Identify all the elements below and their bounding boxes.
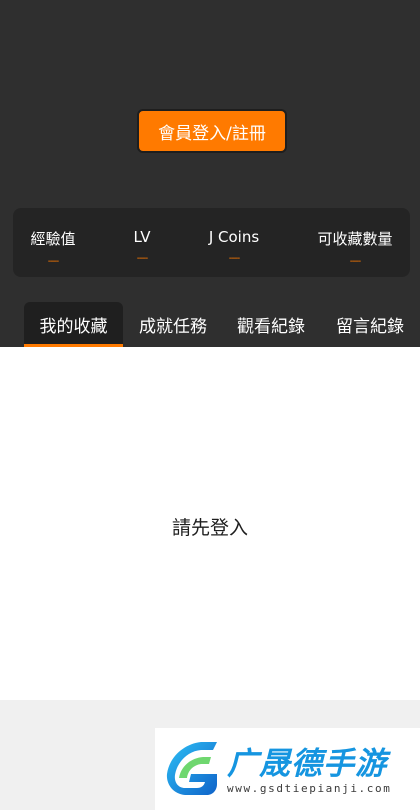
tab-label: 觀看紀錄	[237, 317, 305, 337]
watermark-url: www.gsdtiepianji.com	[227, 782, 392, 795]
stat-label: 經驗值	[30, 230, 76, 248]
stat-label: 可收藏數量	[317, 230, 393, 248]
watermark-title: 广晟德手游	[227, 746, 387, 782]
site-watermark: 广晟德手游 www.gsdtiepianji.com	[155, 728, 420, 810]
tab-bar: 我的收藏 成就任務 觀看紀錄 留言紀錄	[0, 300, 420, 347]
watermark-logo-icon	[166, 742, 217, 795]
stat-value: ----	[228, 253, 240, 264]
profile-header: 會員登入/註冊 經驗值 ---- LV ---- J Coins ---- 可收…	[0, 0, 420, 347]
stats-card: 經驗值 ---- LV ---- J Coins ---- 可收藏數量 ----	[13, 208, 410, 277]
stat-label: J Coins	[208, 228, 260, 246]
tab-label: 成就任務	[139, 317, 207, 337]
tab-label: 我的收藏	[39, 317, 108, 337]
stat-collection-capacity: 可收藏數量 ----	[305, 208, 405, 277]
stat-level: LV ----	[112, 208, 172, 277]
stat-value: ----	[136, 253, 148, 264]
stat-value: ----	[47, 256, 59, 267]
login-prompt-message: 請先登入	[171, 517, 248, 539]
tab-label: 留言紀錄	[336, 317, 404, 337]
tab-watch-history[interactable]: 觀看紀錄	[226, 302, 316, 347]
stat-label: LV	[133, 228, 151, 246]
tab-comment-history[interactable]: 留言紀錄	[325, 302, 415, 347]
stat-experience: 經驗值 ----	[13, 208, 93, 277]
login-register-button[interactable]: 會員登入/註冊	[137, 109, 287, 153]
tab-my-favorites[interactable]: 我的收藏	[24, 302, 123, 347]
tab-achievements[interactable]: 成就任務	[128, 302, 218, 347]
stat-value: ----	[349, 256, 361, 267]
stat-jcoins: J Coins ----	[189, 208, 279, 277]
tab-content-panel: 請先登入	[0, 347, 420, 700]
